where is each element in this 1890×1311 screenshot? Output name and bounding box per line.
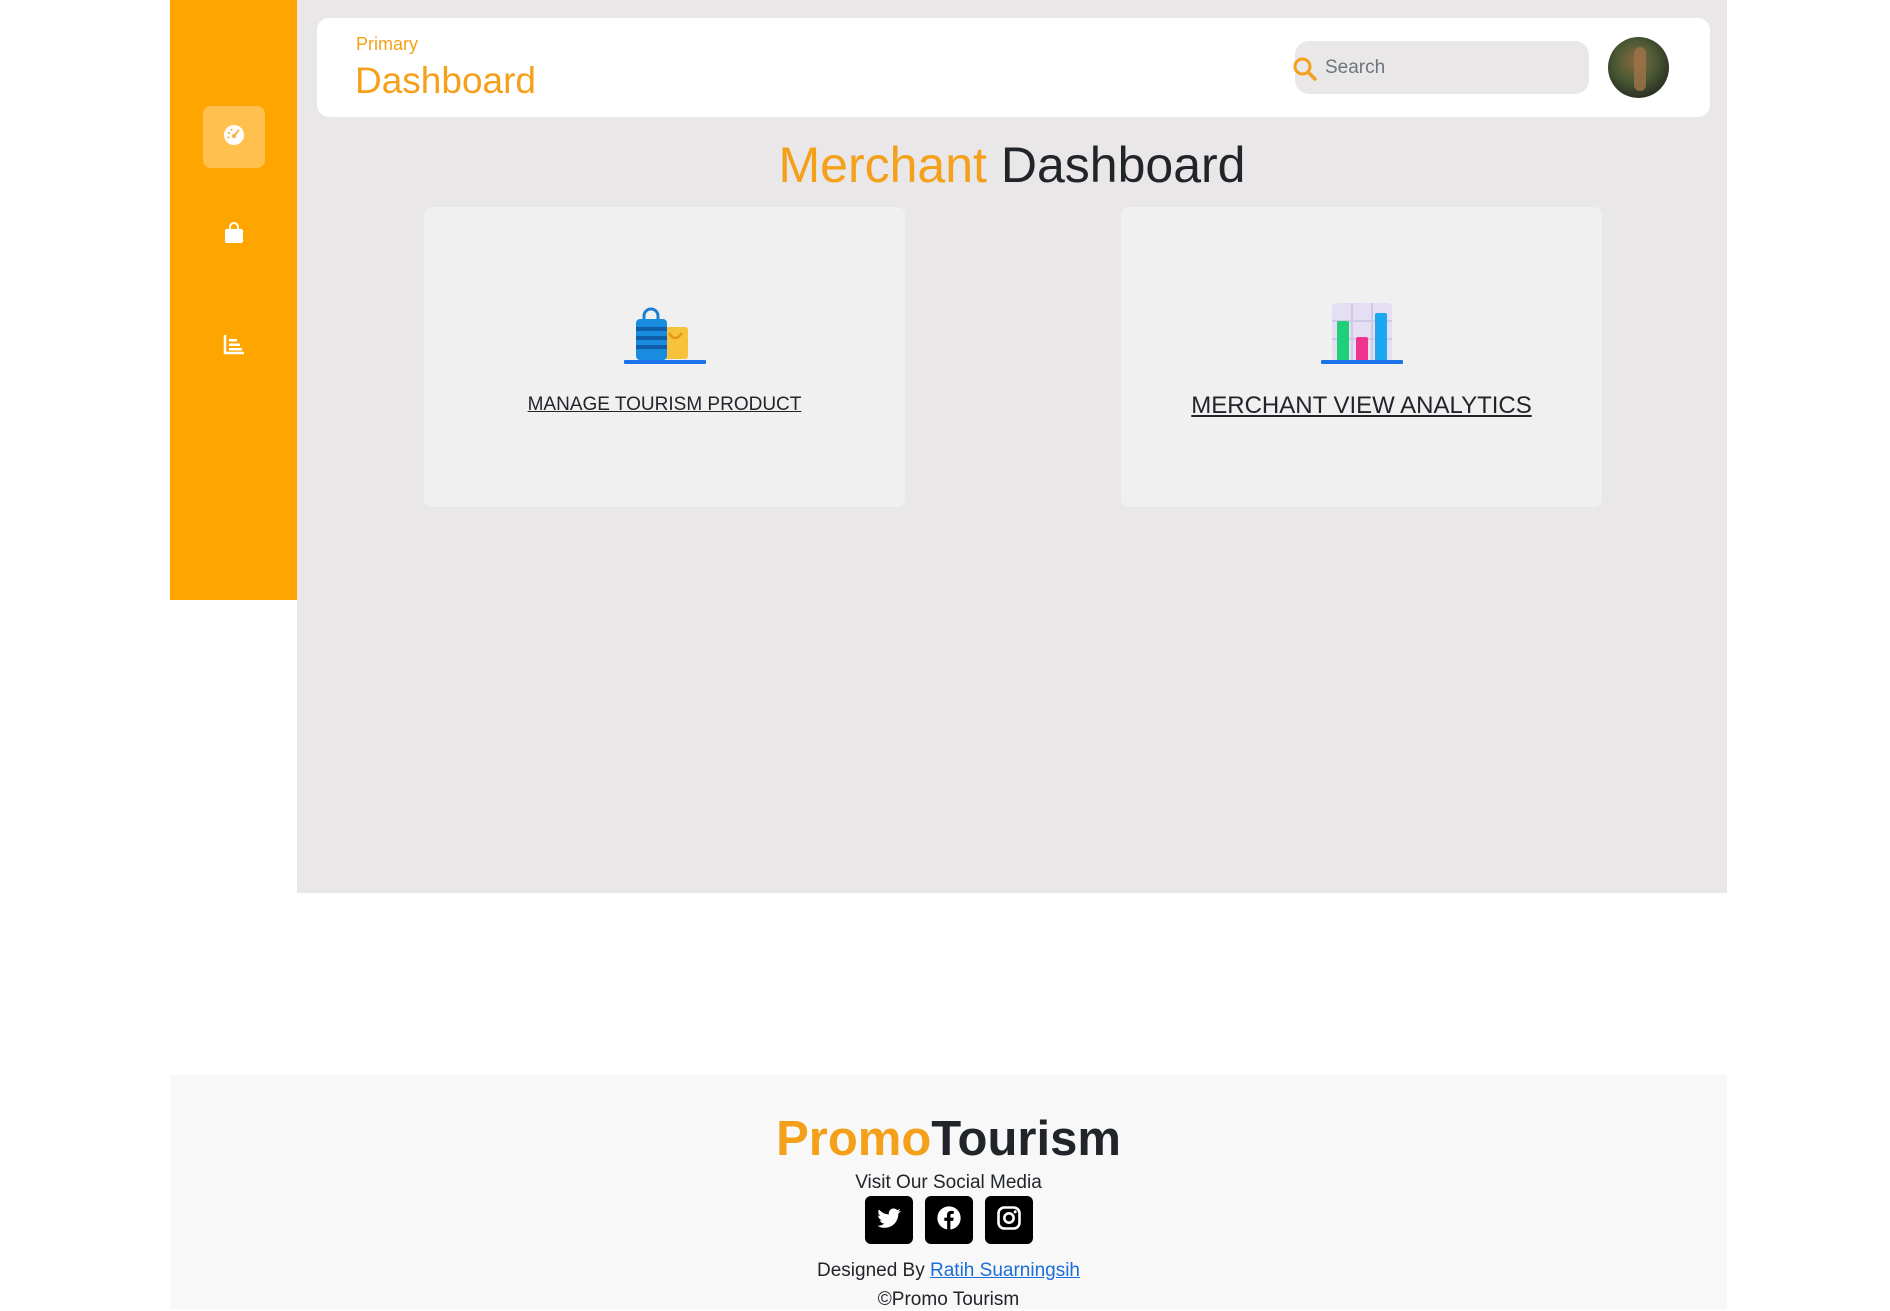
heading-accent: Merchant bbox=[778, 137, 987, 193]
search-icon[interactable] bbox=[1291, 55, 1319, 83]
instagram-icon bbox=[995, 1204, 1023, 1237]
main-content: Primary Dashboard Merchant Dashboard bbox=[297, 0, 1727, 893]
footer-brand: PromoTourism bbox=[170, 1111, 1727, 1167]
page-title: Dashboard bbox=[355, 60, 537, 101]
manage-product-link[interactable]: MANAGE TOURISM PRODUCT bbox=[424, 394, 905, 416]
social-label: Visit Our Social Media bbox=[855, 1172, 1042, 1193]
gauge-icon bbox=[222, 123, 246, 152]
view-analytics-card[interactable]: MERCHANT VIEW ANALYTICS bbox=[1121, 207, 1602, 507]
breadcrumb[interactable]: Primary bbox=[356, 34, 418, 55]
analytics-chart-icon bbox=[1320, 303, 1403, 365]
twitter-icon bbox=[875, 1204, 903, 1237]
sidebar bbox=[170, 0, 297, 600]
designed-by: Designed By Ratih Suarningsih bbox=[170, 1260, 1727, 1282]
instagram-link[interactable] bbox=[984, 1196, 1033, 1244]
avatar[interactable] bbox=[1608, 37, 1669, 98]
shopping-bag-icon bbox=[222, 221, 246, 250]
shopping-bags-icon bbox=[623, 303, 706, 365]
sidebar-item-analytics[interactable] bbox=[203, 315, 265, 377]
dashboard-heading: Merchant Dashboard bbox=[297, 136, 1727, 194]
twitter-link[interactable] bbox=[864, 1196, 913, 1244]
designed-by-label: Designed By bbox=[817, 1260, 925, 1281]
top-bar: Primary Dashboard bbox=[317, 18, 1710, 117]
sidebar-item-products[interactable] bbox=[203, 204, 265, 266]
sidebar-item-dashboard[interactable] bbox=[203, 106, 265, 168]
heading-rest: Dashboard bbox=[1000, 137, 1246, 193]
facebook-link[interactable] bbox=[924, 1196, 973, 1244]
manage-product-card[interactable]: MANAGE TOURISM PRODUCT bbox=[424, 207, 905, 507]
brand-accent: Promo bbox=[776, 1112, 932, 1166]
search-input[interactable] bbox=[1325, 51, 1575, 84]
brand-rest: Tourism bbox=[931, 1112, 1121, 1166]
facebook-icon bbox=[935, 1204, 963, 1237]
search-box[interactable] bbox=[1293, 41, 1589, 94]
social-links bbox=[170, 1196, 1727, 1244]
designer-link[interactable]: Ratih Suarningsih bbox=[930, 1260, 1080, 1281]
bar-chart-icon bbox=[222, 332, 246, 361]
copyright: ©Promo Tourism bbox=[877, 1289, 1020, 1310]
footer: PromoTourism Visit Our Social Media Desi… bbox=[170, 1075, 1727, 1310]
view-analytics-link[interactable]: MERCHANT VIEW ANALYTICS bbox=[1121, 392, 1602, 420]
